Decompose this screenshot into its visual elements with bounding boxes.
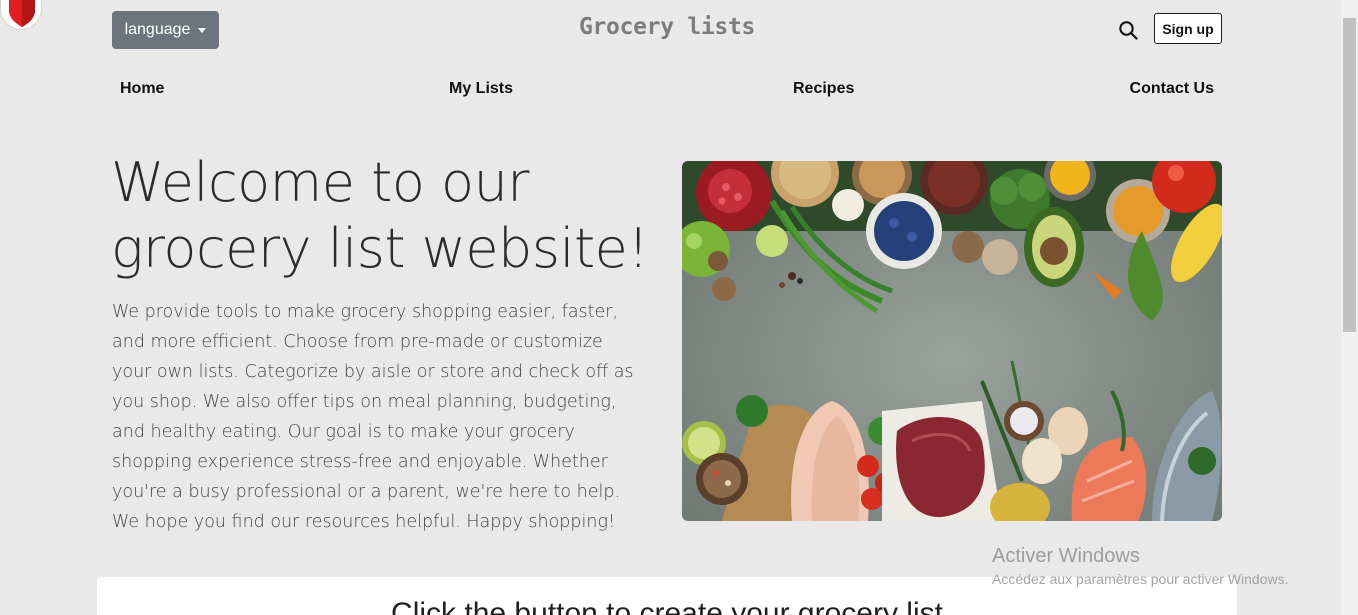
nav-recipes[interactable]: Recipes: [793, 80, 854, 98]
windows-activation-subtitle: Accédez aux paramètres pour activer Wind…: [992, 571, 1289, 587]
nav-contact-us[interactable]: Contact Us: [1130, 80, 1214, 98]
nav-my-lists[interactable]: My Lists: [449, 80, 513, 98]
nav-home[interactable]: Home: [120, 80, 164, 98]
windows-activation-title: Activer Windows: [992, 545, 1140, 567]
cta-title: Click the button to create your grocery …: [391, 597, 943, 615]
hero-title: Welcome to our grocery list website!: [111, 151, 649, 280]
search-icon[interactable]: [1118, 20, 1138, 40]
scrollbar-thumb[interactable]: [1343, 18, 1356, 332]
sign-up-button[interactable]: Sign up: [1154, 13, 1222, 44]
fresh-vegetables-image: [682, 161, 1222, 521]
hero-description: We provide tools to make grocery shoppin…: [112, 302, 634, 532]
page: language Grocery lists Sign up Home My L…: [0, 0, 1358, 615]
